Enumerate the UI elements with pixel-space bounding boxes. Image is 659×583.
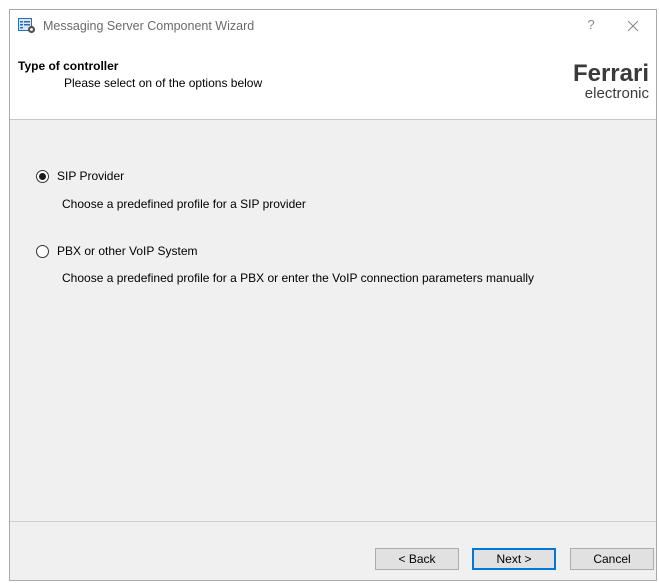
app-icon — [18, 18, 36, 34]
svg-text:electronic: electronic — [585, 85, 650, 102]
page-subtitle: Please select on of the options below — [64, 76, 263, 90]
option-description: Choose a predefined profile for a PBX or… — [62, 271, 535, 285]
help-button[interactable]: ? — [579, 13, 603, 37]
page-title: Type of controller — [18, 59, 119, 73]
button-bar: < Back Next > Cancel — [10, 521, 656, 582]
close-icon — [618, 20, 648, 41]
options-panel: SIP Provider Choose a predefined profile… — [10, 120, 656, 510]
next-button[interactable]: Next > — [472, 548, 556, 570]
wizard-window: Messaging Server Component Wizard ? Type… — [9, 9, 657, 581]
header-panel: Type of controller Please select on of t… — [10, 42, 656, 120]
sip-provider-radio[interactable]: SIP Provider — [36, 169, 124, 183]
close-button[interactable] — [618, 14, 648, 38]
radio-button-checked[interactable] — [36, 169, 49, 183]
option-label[interactable]: SIP Provider — [57, 169, 124, 183]
radio-button-unchecked[interactable] — [36, 244, 49, 258]
pbx-voip-radio[interactable]: PBX or other VoIP System — [36, 244, 198, 258]
option-label[interactable]: PBX or other VoIP System — [57, 244, 198, 258]
option-description: Choose a predefined profile for a SIP pr… — [62, 197, 306, 211]
title-bar: Messaging Server Component Wizard ? — [10, 10, 656, 42]
window-title: Messaging Server Component Wizard — [43, 19, 255, 33]
ferrari-electronic-logo: Ferrari electronic — [558, 60, 650, 106]
svg-text:Ferrari: Ferrari — [573, 60, 649, 87]
cancel-button[interactable]: Cancel — [570, 548, 654, 570]
back-button[interactable]: < Back — [375, 548, 459, 570]
